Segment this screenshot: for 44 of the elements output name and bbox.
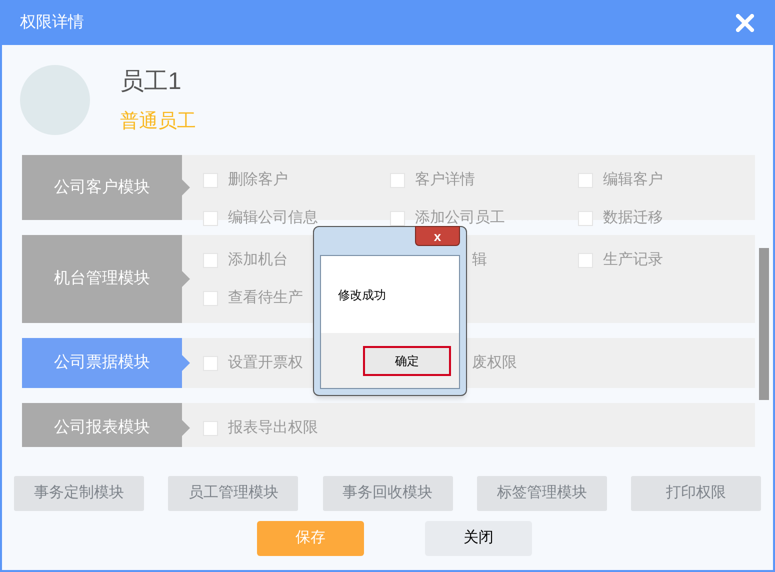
user-role: 普通员工 <box>120 110 196 134</box>
dialog-message: 修改成功 <box>338 286 386 304</box>
module-tab[interactable]: 公司报表模块 <box>22 403 190 447</box>
close-button[interactable]: x <box>415 226 460 246</box>
module-button[interactable]: 事务回收模块 <box>322 476 452 511</box>
checkbox-label: 查看待生产 <box>228 288 303 308</box>
module-button[interactable]: 事务定制模块 <box>14 476 144 511</box>
module-tab[interactable]: 公司票据模块 <box>22 338 190 388</box>
checkbox-label: 报表导出权限 <box>228 418 318 438</box>
checkbox-label: 添加公司员工 <box>415 208 505 228</box>
module-tab[interactable]: 机台管理模块 <box>22 235 190 323</box>
checkbox[interactable] <box>203 252 218 268</box>
close-button[interactable] <box>735 12 755 32</box>
save-button[interactable]: 保存 <box>257 521 364 556</box>
ok-button[interactable]: 确定 <box>363 346 451 376</box>
close-icon <box>736 14 754 32</box>
module-button[interactable]: 打印权限 <box>631 476 761 511</box>
module-button[interactable]: 员工管理模块 <box>168 476 298 511</box>
checkbox[interactable] <box>578 252 593 268</box>
checkbox-label: 数据迁移 <box>603 208 663 228</box>
checkbox-label: 废权限 <box>472 352 517 373</box>
checkbox-label: 辑 <box>472 250 487 270</box>
close-button[interactable]: 关闭 <box>425 521 532 556</box>
module-tab[interactable]: 公司客户模块 <box>22 155 190 220</box>
checkbox-label: 设置开票权 <box>228 352 303 373</box>
checkbox[interactable] <box>203 356 218 370</box>
window-title: 权限详情 <box>20 12 84 32</box>
checkbox-label: 删除客户 <box>228 170 288 190</box>
checkbox[interactable] <box>390 210 405 226</box>
checkbox[interactable] <box>203 210 218 226</box>
checkbox[interactable] <box>578 172 593 188</box>
checkbox[interactable] <box>578 210 593 226</box>
checkbox[interactable] <box>203 172 218 188</box>
user-name: 员工1 <box>120 66 182 97</box>
module-button[interactable]: 标签管理模块 <box>476 476 607 511</box>
checkbox-label: 客户详情 <box>415 170 475 190</box>
checkbox-label: 编辑客户 <box>603 170 663 190</box>
checkbox[interactable] <box>203 290 218 306</box>
scrollbar-thumb[interactable] <box>759 248 769 400</box>
checkbox[interactable] <box>203 420 218 436</box>
checkbox-label: 编辑公司信息 <box>228 208 318 228</box>
checkbox-label: 添加机台 <box>228 250 288 270</box>
checkbox[interactable] <box>390 172 405 188</box>
checkbox-label: 生产记录 <box>603 250 663 270</box>
